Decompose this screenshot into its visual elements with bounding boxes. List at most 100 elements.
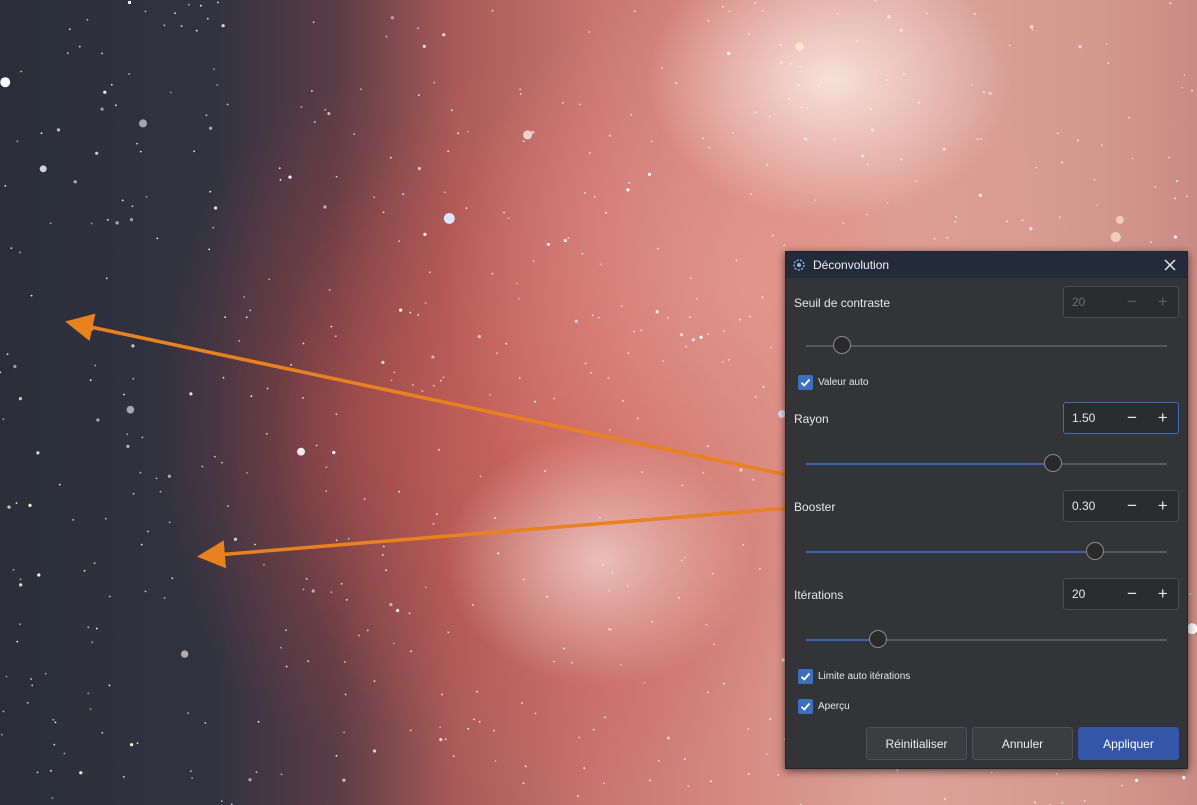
star (216, 84, 219, 86)
star (19, 251, 21, 254)
radius-slider[interactable] (806, 454, 1167, 474)
star (15, 502, 18, 504)
iterations-slider[interactable] (806, 630, 1167, 650)
star (598, 516, 601, 519)
contrast-increment-button[interactable]: + (1147, 287, 1178, 317)
slider-thumb[interactable] (869, 630, 888, 648)
iterations-value[interactable]: 20 (1064, 587, 1117, 601)
star (19, 583, 23, 587)
star (2, 418, 5, 421)
star (754, 396, 757, 398)
iterations-decrement-button[interactable]: − (1117, 579, 1148, 609)
star (534, 400, 536, 403)
star (1056, 773, 1058, 775)
radius-increment-button[interactable]: + (1147, 403, 1178, 433)
star (191, 777, 194, 779)
star (122, 776, 125, 778)
booster-decrement-button[interactable]: − (1117, 491, 1148, 521)
star (66, 52, 69, 55)
auto-value-checkbox[interactable]: Valeur auto (798, 375, 868, 390)
booster-value[interactable]: 0.30 (1064, 499, 1117, 513)
star (688, 316, 691, 318)
star (168, 521, 171, 524)
star (522, 140, 525, 143)
star (1182, 776, 1186, 780)
star (707, 19, 710, 22)
star (266, 433, 268, 435)
star (973, 13, 976, 15)
star (7, 505, 11, 509)
star (567, 237, 570, 239)
star (68, 28, 71, 31)
reset-button[interactable]: Réinitialiser (866, 727, 967, 760)
star (783, 244, 786, 247)
star (138, 119, 148, 128)
radius-decrement-button[interactable]: − (1117, 403, 1148, 433)
radius-stepper[interactable]: 1.50 − + (1063, 402, 1179, 434)
contrast-slider[interactable] (806, 336, 1167, 356)
star (478, 720, 481, 723)
auto-iterations-limit-checkbox[interactable]: Limite auto itérations (798, 669, 910, 684)
star (325, 490, 328, 492)
booster-slider[interactable] (806, 542, 1167, 562)
iterations-increment-button[interactable]: + (1147, 579, 1178, 609)
star (1121, 784, 1123, 787)
star (432, 522, 435, 525)
star (0, 371, 2, 374)
contrast-value[interactable]: 20 (1064, 295, 1117, 309)
star (171, 577, 174, 580)
star (628, 182, 631, 184)
star (518, 297, 520, 300)
star (51, 797, 54, 799)
star (747, 728, 750, 730)
star (439, 738, 443, 742)
contrast-stepper[interactable]: 20 − + (1063, 286, 1179, 318)
star (467, 130, 469, 133)
star (432, 384, 435, 387)
checkbox-box[interactable] (798, 699, 813, 714)
star (263, 563, 265, 566)
star (524, 765, 527, 768)
star (553, 660, 555, 663)
iterations-stepper[interactable]: 20 − + (1063, 578, 1179, 610)
star (651, 620, 654, 623)
booster-increment-button[interactable]: + (1147, 491, 1178, 521)
apply-button[interactable]: Appliquer (1078, 727, 1179, 760)
star (136, 742, 139, 745)
star (591, 314, 594, 317)
dialog-titlebar[interactable]: Déconvolution (786, 252, 1187, 278)
close-button[interactable] (1159, 254, 1181, 276)
star (496, 352, 498, 355)
star (900, 158, 903, 161)
plus-icon: + (1157, 496, 1168, 515)
star (335, 539, 338, 542)
radius-value[interactable]: 1.50 (1064, 411, 1117, 425)
checkbox-box[interactable] (798, 669, 813, 684)
star (681, 484, 684, 487)
star (443, 212, 455, 224)
star (373, 680, 376, 682)
star (409, 729, 412, 732)
slider-thumb[interactable] (833, 336, 852, 354)
star (1077, 139, 1079, 142)
slider-thumb[interactable] (1044, 454, 1063, 472)
contrast-decrement-button[interactable]: − (1117, 287, 1148, 317)
minus-icon: − (1127, 584, 1137, 603)
star (174, 12, 176, 15)
star (447, 631, 450, 634)
star (856, 40, 859, 43)
star (280, 773, 283, 776)
checkbox-box[interactable] (798, 375, 813, 390)
booster-stepper[interactable]: 0.30 − + (1063, 490, 1179, 522)
star (479, 475, 482, 478)
star (444, 738, 447, 741)
checkmark-icon (800, 702, 811, 711)
star (36, 451, 40, 455)
star (139, 471, 142, 474)
star (330, 325, 333, 328)
cancel-button[interactable]: Annuler (972, 727, 1073, 760)
preview-checkbox[interactable]: Aperçu (798, 699, 850, 714)
slider-thumb[interactable] (1085, 542, 1104, 560)
star (650, 140, 653, 143)
star (396, 608, 400, 613)
